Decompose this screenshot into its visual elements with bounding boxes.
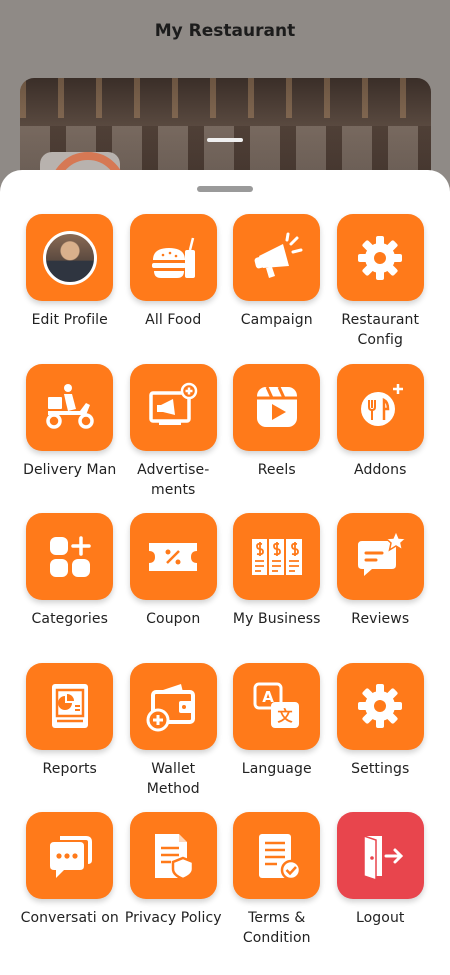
menu-item-label: Coupon — [146, 611, 201, 627]
reels-icon — [256, 386, 297, 427]
profile-avatar-icon — [42, 230, 97, 285]
menu-item-restaurant-config[interactable]: Restaurant Config — [329, 214, 433, 364]
menu-item-label: All Food — [145, 312, 202, 328]
menu-item-label: Addons — [354, 461, 407, 478]
menu-item-edit-profile[interactable]: Edit Profile — [18, 214, 122, 364]
logout-icon — [363, 834, 404, 881]
language-icon: A 文 — [253, 682, 299, 728]
business-plan-icon — [251, 538, 302, 575]
tile-icon-box — [26, 214, 114, 301]
megaphone-icon — [254, 232, 303, 278]
menu-item-label: Settings — [351, 760, 410, 777]
page-title: My Restaurant — [154, 21, 296, 41]
wallet-icon — [146, 684, 196, 732]
svg-text:文: 文 — [277, 707, 293, 725]
terms-icon — [258, 833, 301, 880]
menu-item-advertisements[interactable]: Advertise-ments — [122, 363, 226, 514]
menu-item-label: Logout — [355, 910, 405, 926]
tile-icon-box — [336, 214, 424, 301]
tile-icon-box — [129, 662, 217, 750]
menu-item-reels[interactable]: Reels — [225, 363, 329, 514]
app-bar: My Restaurant — [0, 0, 450, 60]
tile-icon-box — [336, 363, 424, 451]
reports-icon — [51, 684, 88, 728]
menu-item-wallet-method[interactable]: Wallet Method — [122, 662, 226, 813]
tile-icon-box — [26, 812, 114, 899]
gear-icon — [358, 235, 403, 280]
menu-item-label: Language — [241, 760, 312, 777]
menu-item-settings[interactable]: Settings — [329, 662, 433, 813]
categories-icon — [49, 535, 91, 577]
menu-item-logout[interactable]: Logout — [329, 812, 433, 962]
delivery-scooter-icon — [46, 384, 94, 429]
tile-icon-box — [129, 812, 217, 899]
reviews-icon — [358, 528, 409, 576]
menu-item-my-business[interactable]: My Business — [225, 513, 329, 663]
tile-icon-box — [336, 513, 424, 600]
advertisement-icon — [149, 382, 198, 425]
menu-item-campaign[interactable]: Campaign — [225, 214, 329, 364]
tile-icon-box — [129, 214, 217, 301]
tile-icon-box — [336, 662, 424, 750]
menu-item-label: Privacy Policy — [124, 910, 222, 926]
privacy-policy-icon — [155, 833, 195, 880]
menu-item-reviews[interactable]: Reviews — [329, 513, 433, 663]
tile-icon-box — [26, 662, 114, 750]
menu-item-label: Reports — [42, 760, 97, 777]
gear-icon — [358, 684, 403, 728]
menu-item-coupon[interactable]: Coupon — [122, 513, 226, 663]
sheet-drag-handle[interactable] — [197, 186, 253, 192]
menu-item-all-food[interactable]: All Food — [122, 214, 226, 364]
menu-item-label: Advertise-ments — [137, 461, 210, 498]
burger-drink-icon — [152, 237, 196, 278]
addons-icon — [361, 384, 404, 426]
cover-drag-handle — [207, 138, 243, 142]
menu-item-label: Wallet Method — [146, 760, 200, 797]
menu-item-label: Terms & Condition — [242, 910, 311, 946]
menu-item-label: Campaign — [240, 312, 313, 328]
menu-item-privacy-policy[interactable]: Privacy Policy — [122, 812, 226, 962]
coupon-icon — [149, 542, 198, 571]
menu-item-language[interactable]: A 文 Language — [225, 662, 329, 813]
menu-item-delivery-man[interactable]: Delivery Man — [18, 363, 122, 514]
menu-item-reports[interactable]: Reports — [18, 662, 122, 813]
tile-icon-box — [336, 812, 424, 899]
conversation-icon — [49, 835, 92, 878]
menu-item-terms-condition[interactable]: Terms & Condition — [225, 812, 329, 962]
tile-icon-box — [129, 363, 217, 451]
tile-icon-box — [129, 513, 217, 600]
menu-item-addons[interactable]: Addons — [329, 363, 433, 514]
tile-icon-box: A 文 — [233, 662, 321, 750]
menu-item-label: Restaurant Config — [341, 312, 420, 348]
tile-icon-box — [233, 812, 321, 899]
menu-item-label: Conversati on — [20, 910, 119, 926]
tile-icon-box — [26, 363, 114, 451]
tile-icon-box — [233, 214, 321, 301]
menu-bottom-sheet: Edit Profile All Food Campaign Restauran… — [0, 170, 450, 975]
tile-icon-box — [233, 513, 321, 600]
tile-icon-box — [26, 513, 114, 600]
menu-item-conversation[interactable]: Conversati on — [18, 812, 122, 962]
menu-item-label: Reels — [257, 461, 296, 478]
menu-item-label: Categories — [31, 611, 108, 627]
menu-item-label: Reviews — [351, 611, 410, 627]
tile-icon-box — [233, 363, 321, 451]
menu-item-label: Edit Profile — [31, 312, 108, 328]
menu-grid: Edit Profile All Food Campaign Restauran… — [18, 214, 432, 962]
menu-item-categories[interactable]: Categories — [18, 513, 122, 663]
menu-item-label: My Business — [232, 611, 321, 627]
menu-item-label: Delivery Man — [23, 461, 117, 478]
